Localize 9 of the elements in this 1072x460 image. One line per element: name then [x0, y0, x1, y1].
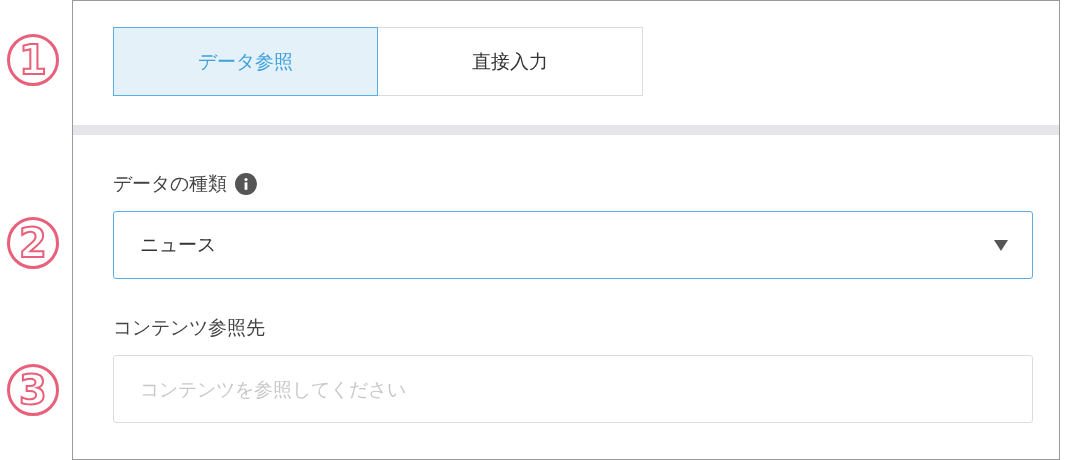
step-number: 1 [7, 34, 59, 86]
mode-tab[interactable]: 直接入力 [378, 27, 643, 96]
data-type-dropdown[interactable]: ニュース [113, 211, 1033, 279]
step-number: 2 [7, 217, 59, 269]
info-icon [235, 173, 257, 195]
caret-icon [994, 239, 1008, 251]
field-label: データの種類 [113, 171, 227, 196]
step-number: 3 [7, 364, 59, 416]
field-label: コンテンツ参照先 [113, 315, 265, 340]
